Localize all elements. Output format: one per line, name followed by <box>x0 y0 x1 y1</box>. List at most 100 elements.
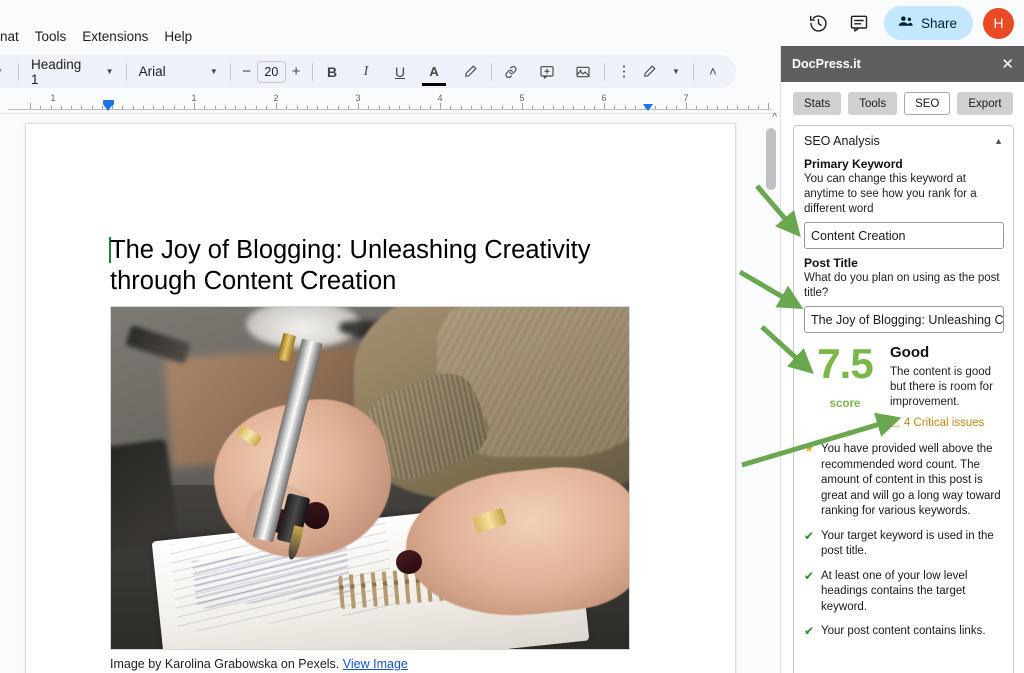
primary-keyword-help: You can change this keyword at anytime t… <box>804 173 977 215</box>
decrease-font-size-button[interactable]: − <box>237 63 257 80</box>
ruler-tick <box>460 106 462 109</box>
addon-sidebar: DocPress.it ✕ Stats Tools SEO Export SEO… <box>780 46 1024 673</box>
more-options-button[interactable]: ⋮ <box>611 59 637 85</box>
critical-issues-label: 4 Critical issues <box>903 417 985 429</box>
ruler-tick <box>132 106 134 109</box>
post-title-input[interactable]: The Joy of Blogging: Unleashing Crea <box>804 306 1004 333</box>
toolbar-divider <box>229 62 231 81</box>
first-line-indent-marker[interactable] <box>103 104 113 111</box>
font-size-input[interactable]: 20 <box>256 60 287 83</box>
ruler-tick <box>706 106 708 109</box>
tab-stats[interactable]: Stats <box>793 92 842 115</box>
ruler-tick <box>491 106 493 109</box>
menu-item-extensions[interactable]: Extensions <box>74 25 156 49</box>
ruler-tick <box>737 106 739 109</box>
toolbar-divider <box>491 62 492 81</box>
menu-item-tools[interactable]: Tools <box>27 25 75 49</box>
ruler-tick <box>655 106 657 109</box>
document-canvas[interactable]: The Joy of Blogging: Unleashing Creativi… <box>0 114 779 673</box>
insert-image-icon[interactable] <box>570 59 596 85</box>
paragraph-style-dropdown[interactable]: Heading 1 ▼ <box>25 57 120 87</box>
ruler-tick <box>142 106 144 109</box>
critical-issues-link[interactable]: ⚠ 4 Critical issues <box>890 417 1004 431</box>
version-history-icon[interactable] <box>804 8 834 38</box>
people-icon <box>897 13 914 33</box>
chevron-up-icon[interactable]: ▲ <box>994 136 1003 146</box>
document-title-heading[interactable]: The Joy of Blogging: Unleashing Creativi… <box>110 235 635 297</box>
tab-tools[interactable]: Tools <box>848 92 898 115</box>
ruler-tick <box>429 106 431 109</box>
menu-item-help[interactable]: Help <box>156 25 200 49</box>
scroll-up-caret-icon[interactable]: ^ <box>772 112 777 123</box>
document-inline-image[interactable] <box>110 306 630 650</box>
tip-text: At least one of your low level headings … <box>821 569 968 613</box>
italic-button[interactable]: I <box>353 59 379 85</box>
increase-font-size-button[interactable]: + <box>286 63 306 80</box>
star-icon: ★ <box>804 443 814 455</box>
document-page[interactable]: The Joy of Blogging: Unleashing Creativi… <box>25 123 736 673</box>
ruler-tick <box>204 106 206 109</box>
toolbar-divider <box>692 62 694 81</box>
close-icon[interactable]: ✕ <box>1001 57 1014 72</box>
ruler-tick <box>378 106 380 109</box>
menu-item-format[interactable]: nat <box>0 25 27 49</box>
share-button[interactable]: Share <box>883 6 973 40</box>
ruler-tick <box>183 106 185 109</box>
ruler-tick <box>224 106 226 109</box>
ruler-tick <box>368 106 370 109</box>
link-icon[interactable] <box>498 59 524 85</box>
highlighter-icon[interactable] <box>457 59 483 85</box>
document-scrollbar-thumb[interactable] <box>766 128 776 190</box>
tip-text: You have provided well above the recomme… <box>821 443 1001 517</box>
ruler-tick <box>573 106 575 109</box>
ruler-tick <box>511 106 513 109</box>
ruler-tick <box>163 106 165 109</box>
addon-tabs: Stats Tools SEO Export <box>793 92 1014 115</box>
user-avatar[interactable]: H <box>983 7 1014 39</box>
font-family-dropdown[interactable]: Arial ▼ <box>133 59 224 85</box>
text-color-button[interactable]: A <box>421 59 447 86</box>
check-icon: ✔ <box>804 624 815 638</box>
zoom-dropdown-caret-icon[interactable]: ▼ <box>0 59 12 85</box>
ruler-tick <box>552 106 554 109</box>
ruler[interactable]: 1 1 2 3 4 5 6 7 <box>0 92 779 114</box>
comment-history-icon[interactable] <box>844 8 874 38</box>
ruler-tick <box>388 106 390 109</box>
ruler-tick <box>624 106 626 109</box>
view-image-link[interactable]: View Image <box>343 657 408 671</box>
editing-mode-caret-icon[interactable]: ▼ <box>663 59 689 85</box>
ruler-tick <box>563 106 564 109</box>
ruler-tick <box>81 106 83 109</box>
add-comment-icon[interactable] <box>534 59 560 85</box>
seo-analysis-card: SEO Analysis ▲ Primary Keyword You can c… <box>793 125 1014 673</box>
seo-analysis-header[interactable]: SEO Analysis ▲ <box>794 126 1013 155</box>
seo-score-left: 7.5 score <box>804 343 886 431</box>
ruler-tick <box>542 106 544 109</box>
ruler-tick <box>358 103 359 109</box>
ruler-tick <box>409 106 411 109</box>
editing-mode-pen-icon[interactable] <box>637 59 663 85</box>
docs-editor: nat Tools Extensions Help ▼ Heading 1 ▼ … <box>0 0 779 673</box>
document-scrollbar[interactable] <box>766 128 776 658</box>
ruler-tick <box>30 103 31 109</box>
toolbar-divider <box>125 62 127 81</box>
seo-score-caption: score <box>829 398 861 410</box>
ruler-tick <box>532 106 534 109</box>
tab-export[interactable]: Export <box>957 92 1013 115</box>
ruler-number: 2 <box>273 93 279 103</box>
seo-tips-list: ★ You have provided well above the recom… <box>804 442 1004 640</box>
tab-seo[interactable]: SEO <box>904 92 951 115</box>
seo-score-rating: Good <box>890 344 930 361</box>
right-indent-marker[interactable] <box>643 104 653 111</box>
collapse-toolbar-button[interactable]: ˄ <box>700 59 726 85</box>
ruler-number: 6 <box>601 93 607 103</box>
ruler-tick <box>614 106 616 109</box>
seo-analysis-title: SEO Analysis <box>804 134 880 148</box>
ruler-tick <box>255 106 257 109</box>
image-caption-text: Image by Karolina Grabowska on Pexels. <box>110 657 340 671</box>
bold-button[interactable]: B <box>319 59 345 85</box>
primary-keyword-input[interactable]: Content Creation <box>804 222 1004 249</box>
underline-button[interactable]: U <box>387 59 413 85</box>
ruler-tick <box>327 106 329 109</box>
ruler-tick <box>317 106 318 109</box>
